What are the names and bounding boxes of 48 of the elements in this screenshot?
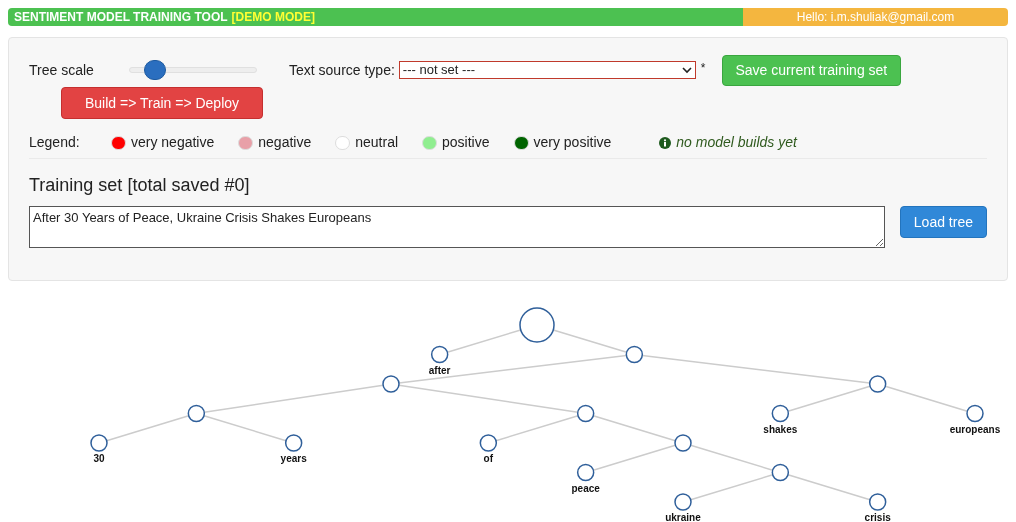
tree-node[interactable] xyxy=(576,463,595,482)
tree-node[interactable] xyxy=(771,463,790,482)
node-label: crisis xyxy=(864,512,891,522)
node-label: years xyxy=(280,453,307,464)
tree-node[interactable] xyxy=(771,404,790,423)
tree-node[interactable] xyxy=(479,434,498,452)
tree-node[interactable] xyxy=(674,493,692,511)
node-label: europeans xyxy=(949,423,1001,435)
legend-label: Legend: xyxy=(29,133,81,152)
tree-node[interactable] xyxy=(674,434,692,452)
legend-label: very positive xyxy=(533,133,612,152)
tree-node[interactable] xyxy=(519,307,555,343)
chevron-down-icon xyxy=(681,66,692,74)
node-label: of xyxy=(483,453,494,464)
text-source-select[interactable]: --- not set --- xyxy=(398,61,696,79)
text-source-label: Text source type: xyxy=(289,60,395,80)
node-label: ukraine xyxy=(665,512,701,522)
tree-node[interactable] xyxy=(576,404,595,423)
load-tree-button[interactable]: Load tree xyxy=(899,206,987,238)
tree-node[interactable] xyxy=(625,345,644,364)
node-label: 30 xyxy=(93,453,105,464)
tree-node[interactable] xyxy=(868,493,887,511)
info-icon xyxy=(659,136,672,149)
node-label: peace xyxy=(571,482,600,494)
tree-node[interactable] xyxy=(430,345,449,364)
tree-node[interactable] xyxy=(966,404,984,423)
node-label: after xyxy=(428,364,451,376)
legend-label: very negative xyxy=(131,133,215,152)
training-text-field[interactable]: After 30 Years of Peace, Ukraine Crisis Shakes Europeans xyxy=(29,206,885,248)
greeting-bar: Hello: i.m.shuliak@gmail.com xyxy=(743,8,1008,26)
build-button[interactable]: Build => Train => Deploy xyxy=(61,87,263,119)
required-mark: * xyxy=(700,60,706,77)
tree-node[interactable] xyxy=(382,375,400,393)
save-button[interactable]: Save current training set xyxy=(721,54,902,86)
tree-node[interactable] xyxy=(187,404,206,423)
training-set-title: Training set [total saved #0] xyxy=(29,174,251,197)
tree-node[interactable] xyxy=(90,434,108,452)
tree-scale-thumb[interactable] xyxy=(143,60,166,80)
demo-mode-label: [DEMO MODE] xyxy=(231,9,315,26)
model-status: no model builds yet xyxy=(676,133,797,152)
tree-node[interactable] xyxy=(868,375,887,393)
legend-label: positive xyxy=(442,133,490,152)
tree-node[interactable] xyxy=(284,434,303,452)
legend-label: negative xyxy=(258,133,312,152)
tree-scale-label: Tree scale xyxy=(29,60,95,80)
legend-label: neutral xyxy=(355,133,399,152)
node-label: shakes xyxy=(763,423,798,435)
app-title: SENTIMENT MODEL TRAINING TOOL xyxy=(14,9,228,26)
